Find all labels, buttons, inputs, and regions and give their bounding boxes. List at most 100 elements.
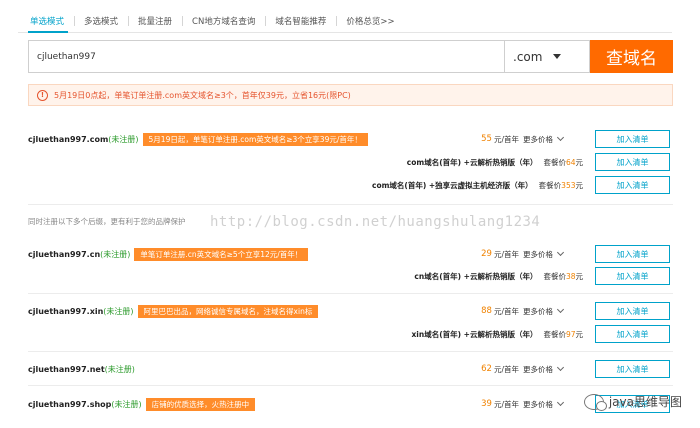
promo-tag: 5月19日起，单笔订单注册.com英文域名≥3个立享39元/首年！ bbox=[142, 132, 368, 146]
price-value: 62 bbox=[481, 364, 492, 374]
result-row-com: cjluethan997.com (未注册) 5月19日起，单笔订单注册.com… bbox=[28, 130, 673, 148]
mode-tabs: 单选模式 多选模式 批量注册 CN地方域名查询 域名智能推荐 价格总览>> bbox=[18, 10, 405, 32]
add-to-list-button[interactable]: 加入清单 bbox=[595, 176, 670, 194]
wechat-icon bbox=[583, 393, 607, 411]
chevron-down-icon bbox=[556, 248, 565, 257]
price-block: 88 元/首年 更多价格 bbox=[481, 305, 565, 317]
package-label: 套餐价 bbox=[543, 271, 566, 281]
promo-tag: 店铺的优质选择，火热注册中 bbox=[145, 397, 256, 411]
multi-suffix-hint: 同时注册以下多个后缀，更有利于您的品牌保护 bbox=[28, 217, 186, 226]
more-prices-link[interactable]: 更多价格 bbox=[523, 364, 553, 375]
domain-status: (未注册) bbox=[111, 399, 142, 409]
price-block: 29 元/首年 更多价格 bbox=[481, 248, 565, 260]
package-name: cn域名(首年) +云解析热销版（年） bbox=[414, 271, 538, 281]
add-to-list-button[interactable]: 加入清单 bbox=[595, 130, 670, 148]
link-price-overview[interactable]: 价格总览>> bbox=[336, 15, 404, 27]
domain-name: cjluethan997.xin bbox=[28, 306, 104, 316]
chevron-down-icon bbox=[556, 133, 565, 142]
row-divider bbox=[28, 293, 673, 294]
add-to-list-button[interactable]: 加入清单 bbox=[595, 245, 670, 263]
promo-tag: 阿里巴巴出品，网络诚信专属域名，注域名得xin标 bbox=[137, 304, 319, 318]
domain-status: (未注册) bbox=[104, 364, 135, 374]
package-info: cn域名(首年) +云解析热销版（年） 套餐价 38 元 bbox=[414, 271, 583, 282]
price-unit: 元/首年 bbox=[493, 364, 519, 374]
tabs-divider bbox=[18, 32, 672, 33]
domain-search-bar: .com 查域名 bbox=[28, 40, 673, 73]
package-row: xin域名(首年) +云解析热销版（年） 套餐价 97 元 加入清单 bbox=[28, 325, 673, 343]
section-divider bbox=[28, 204, 673, 205]
price-unit: 元/首年 bbox=[493, 399, 519, 409]
domain-name: cjluethan997.cn bbox=[28, 249, 101, 259]
alert-icon: ! bbox=[37, 89, 48, 101]
package-label: 套餐价 bbox=[543, 329, 566, 339]
row-divider bbox=[28, 351, 673, 352]
result-row-xin: cjluethan997.xin (未注册) 阿里巴巴出品，网络诚信专属域名，注… bbox=[28, 302, 673, 320]
domain-name: cjluethan997.shop bbox=[28, 399, 112, 409]
price-block: 39 元/首年 更多价格 bbox=[481, 398, 565, 410]
price-unit: 元/首年 bbox=[493, 306, 519, 316]
package-row: com域名(首年) +独享云虚拟主机经济版（年） 套餐价 353 元 加入清单 bbox=[28, 176, 673, 194]
price-value: 88 bbox=[481, 306, 492, 316]
suffix-dropdown[interactable]: .com bbox=[504, 40, 590, 73]
active-tab-indicator bbox=[28, 31, 68, 33]
tab-cn-local-query[interactable]: CN地方域名查询 bbox=[182, 15, 265, 27]
package-unit: 元 bbox=[575, 157, 584, 167]
domain-status: (未注册) bbox=[100, 249, 131, 259]
domain-search-input[interactable] bbox=[28, 40, 504, 73]
price-block: 55 元/首年 更多价格 bbox=[481, 133, 565, 145]
brand-name: java思维导图 bbox=[608, 395, 682, 409]
add-to-list-button[interactable]: 加入清单 bbox=[595, 325, 670, 343]
package-price: 64 bbox=[565, 157, 576, 167]
package-info: com域名(首年) +云解析热销版（年） 套餐价 64 元 bbox=[407, 157, 583, 168]
more-prices-link[interactable]: 更多价格 bbox=[523, 134, 553, 145]
package-price: 38 bbox=[565, 271, 576, 281]
domain-status: (未注册) bbox=[108, 134, 139, 144]
notice-text: 5月19日0点起，单笔订单注册.com英文域名≥3个，首年仅39元，立省16元(… bbox=[54, 90, 351, 100]
package-price: 97 bbox=[565, 329, 576, 339]
chevron-down-icon bbox=[556, 398, 565, 407]
domain-name: cjluethan997.com bbox=[28, 134, 109, 144]
package-info: com域名(首年) +独享云虚拟主机经济版（年） 套餐价 353 元 bbox=[372, 180, 583, 191]
add-to-list-button[interactable]: 加入清单 bbox=[595, 302, 670, 320]
package-label: 套餐价 bbox=[538, 180, 562, 190]
tab-multi-mode[interactable]: 多选模式 bbox=[74, 15, 128, 27]
package-row: com域名(首年) +云解析热销版（年） 套餐价 64 元 加入清单 bbox=[28, 153, 673, 171]
package-info: xin域名(首年) +云解析热销版（年） 套餐价 97 元 bbox=[411, 329, 583, 340]
result-row-shop: cjluethan997.shop (未注册) 店铺的优质选择，火热注册中 39… bbox=[28, 395, 673, 413]
tab-smart-recommend[interactable]: 域名智能推荐 bbox=[265, 15, 336, 27]
domain-status: (未注册) bbox=[103, 306, 134, 316]
package-unit: 元 bbox=[575, 271, 584, 281]
search-domain-button[interactable]: 查域名 bbox=[590, 40, 673, 73]
package-row: cn域名(首年) +云解析热销版（年） 套餐价 38 元 加入清单 bbox=[28, 267, 673, 285]
tab-bulk-register[interactable]: 批量注册 bbox=[128, 15, 182, 27]
promo-tag: 单笔订单注册.cn英文域名≥5个立享12元/首年！ bbox=[134, 247, 309, 261]
more-prices-link[interactable]: 更多价格 bbox=[523, 399, 553, 410]
package-price: 353 bbox=[561, 180, 576, 190]
caret-down-icon bbox=[553, 54, 562, 59]
price-value: 39 bbox=[481, 399, 492, 409]
package-label: 套餐价 bbox=[543, 157, 566, 167]
price-block: 62 元/首年 更多价格 bbox=[481, 363, 565, 375]
tab-single-mode[interactable]: 单选模式 bbox=[18, 15, 74, 27]
package-unit: 元 bbox=[575, 329, 584, 339]
suffix-value: .com bbox=[513, 49, 543, 64]
add-to-list-button[interactable]: 加入清单 bbox=[595, 360, 670, 378]
more-prices-link[interactable]: 更多价格 bbox=[523, 249, 553, 260]
package-name: com域名(首年) +云解析热销版（年） bbox=[406, 157, 538, 167]
row-divider bbox=[28, 385, 673, 386]
package-name: com域名(首年) +独享云虚拟主机经济版（年） bbox=[372, 180, 533, 190]
price-value: 29 bbox=[481, 249, 492, 259]
chevron-down-icon bbox=[556, 363, 565, 372]
result-row-net: cjluethan997.net (未注册) 62 元/首年 更多价格 加入清单 bbox=[28, 360, 673, 378]
add-to-list-button[interactable]: 加入清单 bbox=[595, 267, 670, 285]
chevron-down-icon bbox=[556, 305, 565, 314]
package-unit: 元 bbox=[575, 180, 584, 190]
promo-notice: ! 5月19日0点起，单笔订单注册.com英文域名≥3个，首年仅39元，立省16… bbox=[28, 84, 673, 106]
package-name: xin域名(首年) +云解析热销版（年） bbox=[411, 329, 538, 339]
price-unit: 元/首年 bbox=[493, 134, 519, 144]
more-prices-link[interactable]: 更多价格 bbox=[523, 306, 553, 317]
price-unit: 元/首年 bbox=[493, 249, 519, 259]
brand-watermark: java思维导图 bbox=[583, 393, 682, 411]
add-to-list-button[interactable]: 加入清单 bbox=[595, 153, 670, 171]
watermark-url: http://blog.csdn.net/huangshulang1234 bbox=[210, 214, 541, 230]
